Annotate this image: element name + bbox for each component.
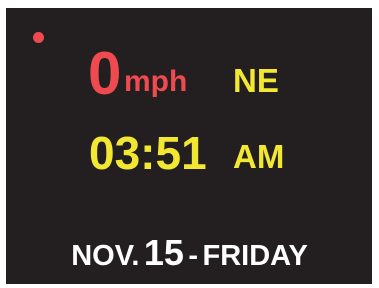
- clock-time: 03:51: [89, 127, 207, 179]
- speed-value: 0: [88, 40, 122, 107]
- clock-period: AM: [233, 138, 285, 175]
- date-separator: -: [188, 240, 199, 272]
- status-indicator-dot: [33, 32, 44, 43]
- date-month: NOV.: [71, 240, 140, 272]
- dashboard-screen: 0 mph NE 03:51 AM NOV. 15 - FRIDAY: [0, 0, 379, 288]
- date-weekday: FRIDAY: [202, 240, 308, 272]
- compass-heading: NE: [233, 62, 279, 99]
- speed-unit: mph: [124, 65, 188, 98]
- date-readout: NOV. 15 - FRIDAY: [0, 232, 379, 274]
- date-day: 15: [143, 232, 184, 273]
